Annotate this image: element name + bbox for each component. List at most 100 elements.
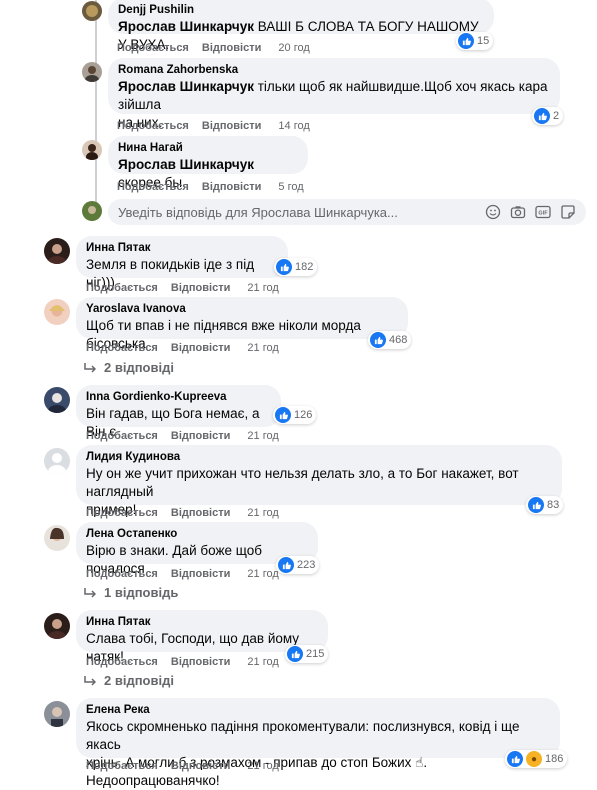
- camera-icon[interactable]: [510, 204, 526, 220]
- avatar[interactable]: [44, 448, 70, 474]
- comment-author[interactable]: Romana Zahorbenska: [118, 63, 550, 78]
- like-button[interactable]: Подобається: [86, 656, 158, 668]
- reaction-count[interactable]: 215: [285, 645, 329, 663]
- avatar[interactable]: [44, 299, 70, 325]
- reply-button[interactable]: Відповісти: [171, 568, 230, 580]
- timestamp[interactable]: 21 год: [247, 507, 278, 519]
- avatar[interactable]: [44, 238, 70, 264]
- like-button[interactable]: Подобається: [86, 507, 158, 519]
- comment-actions: Подобається Відповісти 21 год: [86, 506, 279, 520]
- emoji-icon[interactable]: [485, 204, 501, 220]
- reply-button[interactable]: Відповісти: [171, 507, 230, 519]
- timestamp[interactable]: 21 год: [247, 760, 278, 772]
- reply-button[interactable]: Відповісти: [171, 430, 230, 442]
- avatar[interactable]: [44, 525, 70, 551]
- mention[interactable]: Ярослав Шинкарчук: [118, 157, 254, 172]
- reaction-count[interactable]: 468: [368, 331, 412, 349]
- reaction-count[interactable]: 15: [456, 32, 494, 50]
- like-icon: [528, 497, 544, 513]
- gif-icon[interactable]: GIF: [535, 204, 551, 220]
- reply-button[interactable]: Відповісти: [202, 42, 261, 54]
- reply-button[interactable]: Відповісти: [171, 342, 230, 354]
- reply-button[interactable]: Відповісти: [202, 181, 261, 193]
- comment-text: Якось скромненько падіння прокоментували…: [86, 719, 520, 752]
- comment-bubble: Лидия Кудинова Ну он же учит прихожан чт…: [76, 445, 562, 517]
- avatar: [82, 201, 102, 221]
- reply-input[interactable]: Уведіть відповідь для Ярослава Шинкарчук…: [108, 199, 586, 225]
- reaction-count[interactable]: 126: [273, 406, 317, 424]
- reaction-count[interactable]: 223: [276, 556, 320, 574]
- comment-bubble: Romana Zahorbenska Ярослав Шинкарчук тіл…: [108, 58, 560, 130]
- reply-button[interactable]: Відповісти: [171, 760, 230, 772]
- comment-bubble: Denjj Pushilin Ярослав Шинкарчук ВАШІ Б …: [108, 0, 494, 52]
- like-button[interactable]: Подобається: [86, 568, 158, 580]
- comment-actions: Подобається Відповісти 21 год: [86, 341, 279, 355]
- reply-button[interactable]: Відповісти: [202, 120, 261, 132]
- comment-author[interactable]: Инна Пятак: [86, 241, 278, 256]
- comment-author[interactable]: Denjj Pushilin: [118, 3, 484, 18]
- reply-button[interactable]: Відповісти: [171, 282, 230, 294]
- comment-bubble: Елена Река Якось скромненько падіння про…: [76, 698, 560, 788]
- comment-author[interactable]: Лена Остапенко: [86, 527, 308, 542]
- like-button[interactable]: Подобається: [117, 42, 189, 54]
- timestamp[interactable]: 5 год: [278, 181, 303, 193]
- comment-actions: Подобається Відповісти 20 год: [117, 41, 310, 55]
- timestamp[interactable]: 14 год: [278, 120, 309, 132]
- like-button[interactable]: Подобається: [86, 430, 158, 442]
- reply-arrow-icon: [84, 587, 96, 598]
- comment-bubble: Инна Пятак Земля в покидьків іде з під н…: [76, 236, 288, 290]
- comment-author[interactable]: Inna Gordienko-Kupreeva: [86, 390, 271, 405]
- view-replies-button[interactable]: 2 відповіді: [84, 360, 174, 375]
- reaction-count[interactable]: ● 186: [505, 750, 568, 768]
- avatar[interactable]: [44, 387, 70, 413]
- timestamp[interactable]: 21 год: [247, 656, 278, 668]
- comment-author[interactable]: Елена Река: [86, 703, 550, 718]
- like-button[interactable]: Подобається: [86, 342, 158, 354]
- avatar[interactable]: [82, 140, 102, 160]
- view-replies-button[interactable]: 2 відповіді: [84, 673, 174, 688]
- avatar[interactable]: [82, 62, 102, 82]
- reaction-count[interactable]: 182: [274, 258, 318, 276]
- comment-bubble: Yaroslava Ivanova Щоб ти впав і не підня…: [76, 297, 408, 351]
- comment-text: Ну он же учит прихожан что нельзя делать…: [86, 466, 519, 499]
- comment-author[interactable]: Yaroslava Ivanova: [86, 302, 398, 317]
- avatar[interactable]: [44, 613, 70, 639]
- mention[interactable]: Ярослав Шинкарчук: [118, 79, 254, 94]
- reply-arrow-icon: [84, 675, 96, 686]
- comment-bubble: Нина Нагай Ярослав Шинкарчук скорее бы: [108, 136, 308, 190]
- comment-actions: Подобається Відповісти 5 год: [117, 180, 304, 194]
- reaction-count[interactable]: 83: [526, 496, 564, 514]
- reply-placeholder: Уведіть відповідь для Ярослава Шинкарчук…: [118, 204, 398, 220]
- like-button[interactable]: Подобається: [117, 120, 189, 132]
- timestamp[interactable]: 21 год: [247, 342, 278, 354]
- comment-author[interactable]: Нина Нагай: [118, 141, 298, 156]
- like-button[interactable]: Подобається: [117, 181, 189, 193]
- like-icon: [287, 646, 303, 662]
- comment-actions: Подобається Відповісти 21 год: [86, 567, 279, 581]
- like-button[interactable]: Подобається: [86, 760, 158, 772]
- avatar[interactable]: [82, 1, 102, 21]
- timestamp[interactable]: 21 год: [247, 568, 278, 580]
- svg-text:GIF: GIF: [538, 211, 548, 217]
- sticker-icon[interactable]: [560, 204, 576, 220]
- timestamp[interactable]: 21 год: [247, 282, 278, 294]
- like-icon: [534, 108, 550, 124]
- timestamp[interactable]: 20 год: [278, 42, 309, 54]
- avatar[interactable]: [44, 701, 70, 727]
- comment-actions: Подобається Відповісти 21 год: [86, 429, 279, 443]
- reply-arrow-icon: [84, 362, 96, 373]
- comment-actions: Подобається Відповісти 21 год: [86, 759, 279, 773]
- like-icon: [458, 33, 474, 49]
- like-icon: [275, 407, 291, 423]
- like-button[interactable]: Подобається: [86, 282, 158, 294]
- comment-author[interactable]: Лидия Кудинова: [86, 450, 552, 465]
- reply-button[interactable]: Відповісти: [171, 656, 230, 668]
- mention[interactable]: Ярослав Шинкарчук: [118, 19, 254, 34]
- comment-actions: Подобається Відповісти 21 год: [86, 655, 279, 669]
- like-icon: [276, 259, 292, 275]
- like-icon: [507, 751, 523, 767]
- view-replies-button[interactable]: 1 відповідь: [84, 585, 178, 600]
- timestamp[interactable]: 21 год: [247, 430, 278, 442]
- comment-author[interactable]: Инна Пятак: [86, 615, 318, 630]
- reaction-count[interactable]: 2: [532, 107, 564, 125]
